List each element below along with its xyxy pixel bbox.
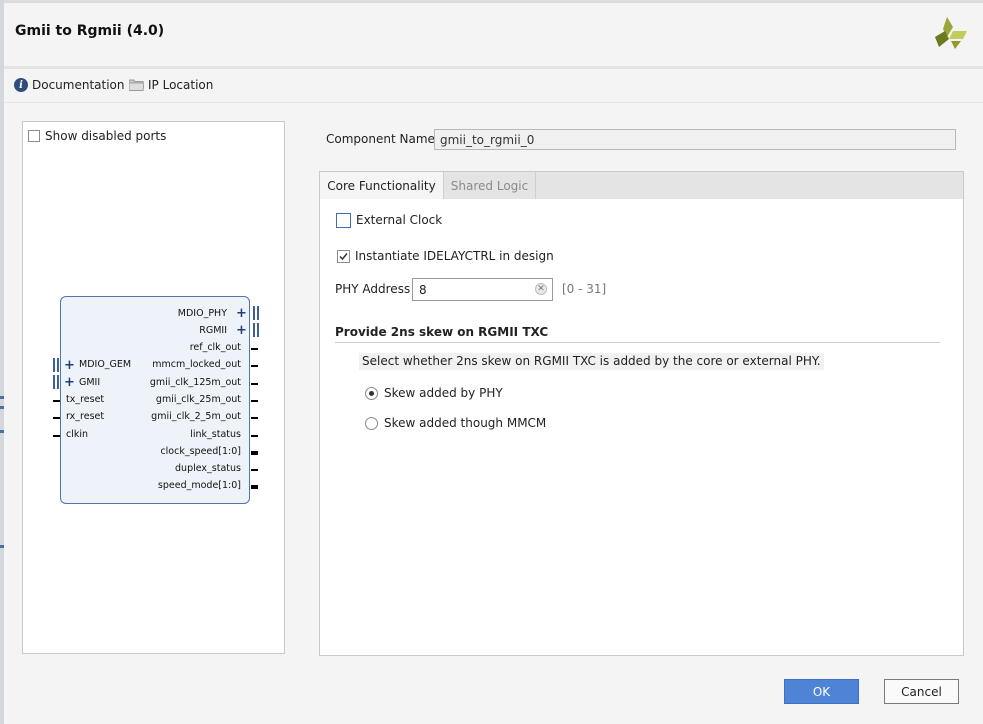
port-rgmii: RGMII bbox=[199, 325, 227, 336]
phy-address-input[interactable]: 8 bbox=[412, 278, 553, 301]
external-clock-checkbox[interactable] bbox=[336, 213, 351, 228]
tab-core-functionality[interactable]: Core Functionality bbox=[320, 172, 444, 199]
bus-interface-pin bbox=[253, 306, 255, 320]
expand-plus-icon[interactable]: + bbox=[64, 359, 75, 372]
check-icon bbox=[339, 253, 348, 261]
port-clkin: clkin bbox=[66, 429, 89, 440]
documentation-button[interactable]: i Documentation bbox=[14, 78, 125, 92]
external-clock-label: External Clock bbox=[356, 213, 443, 227]
documentation-label: Documentation bbox=[32, 78, 125, 92]
port-pin bbox=[251, 469, 258, 471]
port-mdio-gem: MDIO_GEM bbox=[79, 359, 132, 370]
ip-symbol-block: MDIO_PHY + RGMII + ref_clk_out mmcm_lock… bbox=[53, 296, 259, 504]
port-gmii-clk-25m-out: gmii_clk_25m_out bbox=[155, 394, 241, 405]
bus-interface-pin bbox=[253, 323, 255, 337]
toolbar: i Documentation IP Location bbox=[4, 69, 983, 102]
idelayctrl-checkbox[interactable] bbox=[337, 250, 350, 263]
skew-section-title: Provide 2ns skew on RGMII TXC bbox=[335, 325, 549, 339]
show-disabled-ports-label: Show disabled ports bbox=[45, 129, 167, 143]
port-pin bbox=[53, 400, 60, 402]
port-gmii: GMII bbox=[79, 377, 101, 388]
ip-location-label: IP Location bbox=[148, 78, 214, 92]
port-tx-reset: tx_reset bbox=[66, 394, 105, 405]
port-ref-clk-out: ref_clk_out bbox=[189, 342, 241, 353]
port-gmii-clk-125m-out: gmii_clk_125m_out bbox=[149, 377, 241, 388]
port-pin bbox=[53, 417, 60, 419]
section-divider bbox=[335, 342, 940, 343]
bus-interface-pin bbox=[57, 375, 59, 389]
phy-address-label: PHY Address bbox=[335, 282, 411, 296]
vivado-logo-icon bbox=[935, 17, 967, 49]
bus-interface-pin bbox=[53, 375, 55, 389]
port-pin bbox=[251, 400, 258, 402]
component-name-label: Component Name bbox=[326, 132, 435, 146]
skew-description: Select whether 2ns skew on RGMII TXC is … bbox=[359, 353, 824, 370]
expand-plus-icon[interactable]: + bbox=[236, 324, 247, 337]
tab-strip: Core Functionality Shared Logic bbox=[320, 172, 963, 199]
idelayctrl-label: Instantiate IDELAYCTRL in design bbox=[355, 249, 554, 263]
bus-interface-pin bbox=[257, 323, 259, 337]
port-speed-mode: speed_mode[1:0] bbox=[157, 480, 241, 491]
port-pin bbox=[251, 417, 258, 419]
bus-interface-pin bbox=[57, 358, 59, 372]
tab-shared-logic[interactable]: Shared Logic bbox=[444, 172, 536, 199]
port-link-status: link_status bbox=[190, 429, 241, 440]
port-pin bbox=[251, 348, 258, 350]
port-pin-bus bbox=[251, 451, 258, 455]
skew-by-phy-radio[interactable] bbox=[365, 387, 378, 400]
show-disabled-ports-checkbox[interactable] bbox=[28, 130, 40, 142]
bus-interface-pin bbox=[53, 358, 55, 372]
ok-button[interactable]: OK bbox=[784, 679, 859, 704]
port-mmcm-locked-out: mmcm_locked_out bbox=[152, 359, 241, 370]
port-pin-bus bbox=[251, 485, 258, 489]
component-name-field[interactable]: gmii_to_rgmii_0 bbox=[434, 129, 956, 150]
dialog-title: Gmii to Rgmii (4.0) bbox=[15, 23, 165, 39]
skew-by-phy-label: Skew added by PHY bbox=[384, 386, 503, 400]
cancel-button[interactable]: Cancel bbox=[884, 679, 959, 704]
folder-icon bbox=[129, 79, 144, 91]
phy-address-range: [0 - 31] bbox=[562, 282, 607, 296]
port-gmii-clk-2-5m-out: gmii_clk_2_5m_out bbox=[151, 411, 241, 422]
port-rx-reset: rx_reset bbox=[66, 411, 105, 422]
clear-icon[interactable]: ✕ bbox=[535, 283, 547, 295]
port-pin bbox=[251, 435, 258, 437]
port-pin bbox=[251, 383, 258, 385]
info-icon: i bbox=[14, 78, 28, 92]
port-pin bbox=[53, 435, 60, 437]
port-pin bbox=[251, 365, 258, 367]
skew-by-mmcm-radio[interactable] bbox=[365, 417, 378, 430]
port-duplex-status: duplex_status bbox=[175, 463, 241, 474]
bus-interface-pin bbox=[257, 306, 259, 320]
ip-location-button[interactable]: IP Location bbox=[129, 78, 213, 92]
skew-by-mmcm-label: Skew added though MMCM bbox=[384, 416, 547, 430]
expand-plus-icon[interactable]: + bbox=[64, 376, 75, 389]
port-clock-speed: clock_speed[1:0] bbox=[160, 446, 241, 457]
expand-plus-icon[interactable]: + bbox=[236, 307, 247, 320]
port-mdio-phy: MDIO_PHY bbox=[177, 308, 227, 319]
